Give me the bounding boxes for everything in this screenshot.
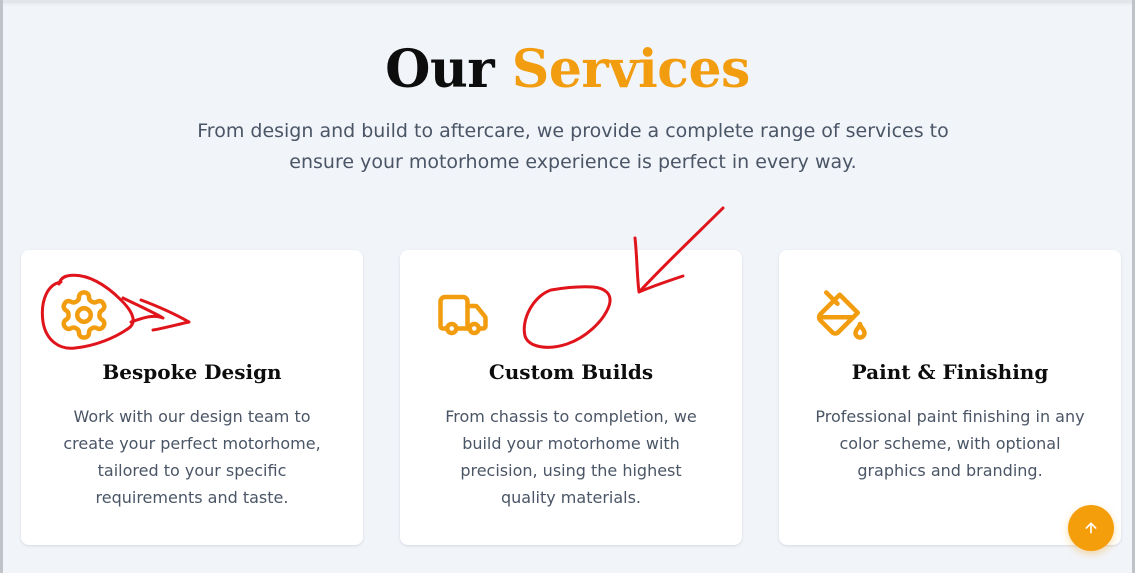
- service-card-paint-finishing: Paint & Finishing Professional paint fin…: [779, 250, 1121, 545]
- section-title-main: Our: [385, 39, 495, 100]
- service-description: From chassis to completion, we build you…: [445, 407, 697, 507]
- arrow-up-icon: [1085, 522, 1097, 534]
- page-frame: Our Services From design and build to af…: [0, 0, 1135, 573]
- section-title: Our Services: [3, 34, 1132, 106]
- service-title: Paint & Finishing: [851, 360, 1049, 384]
- section-subtitle: From design and build to aftercare, we p…: [197, 120, 949, 173]
- service-description: Professional paint finishing in any colo…: [815, 407, 1085, 480]
- service-title: Custom Builds: [488, 360, 654, 384]
- truck-icon: [436, 288, 490, 342]
- paint-bucket-icon: [815, 288, 869, 342]
- service-description: Work with our design team to create your…: [63, 407, 321, 507]
- gear-icon: [57, 288, 111, 342]
- service-card-bespoke-design: Bespoke Design Work with our design team…: [21, 250, 363, 545]
- service-title: Bespoke Design: [102, 360, 282, 384]
- service-card-custom-builds: Custom Builds From chassis to completion…: [400, 250, 742, 545]
- scroll-to-top-button[interactable]: [1068, 505, 1114, 551]
- section-title-accent: Services: [511, 39, 751, 100]
- header-divider: [3, 0, 1132, 3]
